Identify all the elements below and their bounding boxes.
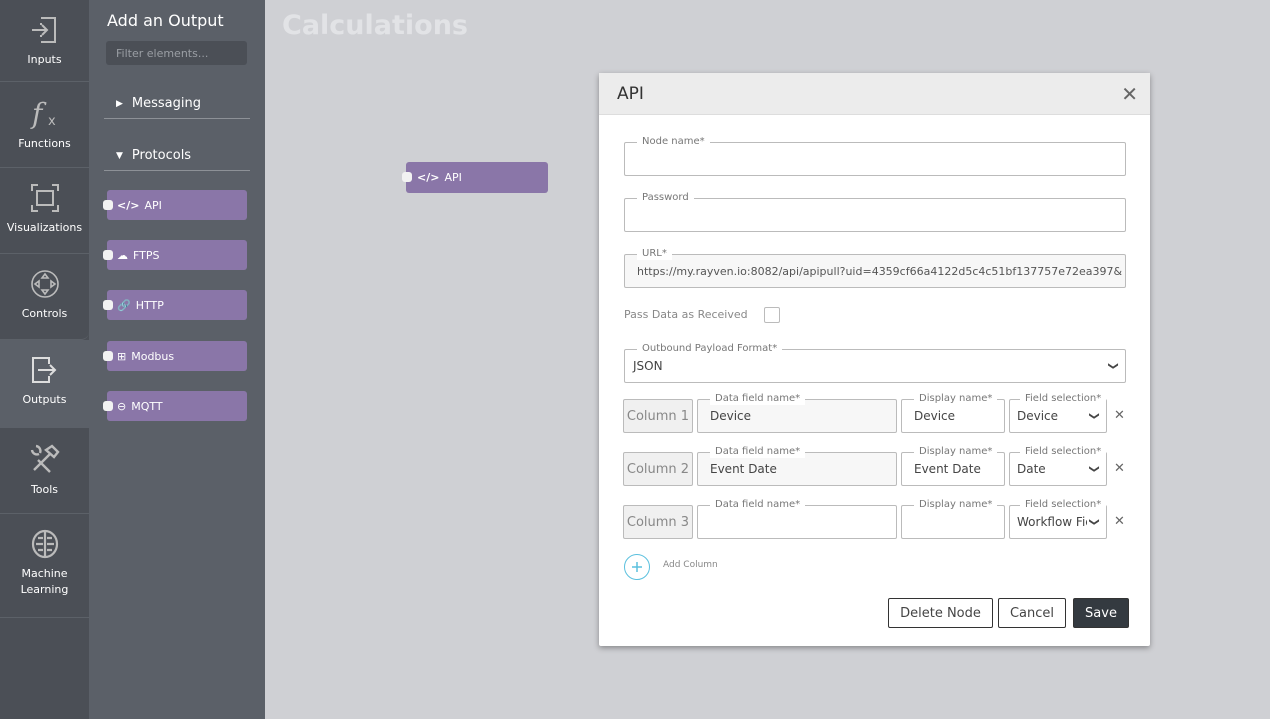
nav-controls[interactable]: Controls: [0, 254, 89, 340]
field-selection-select[interactable]: Field selection* Date ❯: [1009, 445, 1107, 486]
chevron-down-icon: ❯: [1088, 411, 1100, 421]
element-http[interactable]: 🔗 HTTP: [103, 290, 247, 320]
chevron-down-icon: ❯: [1107, 361, 1119, 371]
nav-inputs[interactable]: Inputs: [0, 0, 89, 82]
data-field-name-input[interactable]: Data field name* Event Date: [697, 445, 897, 486]
add-column-label[interactable]: Add Column: [663, 560, 718, 570]
function-icon: fx: [30, 97, 56, 130]
data-field-name-input[interactable]: Data field name*: [697, 498, 897, 539]
element-ftps[interactable]: ☁ FTPS: [103, 240, 247, 270]
svg-text:f: f: [30, 97, 47, 130]
element-modbus[interactable]: ⊞ Modbus: [103, 341, 247, 371]
close-icon[interactable]: ✕: [1121, 82, 1138, 106]
url-label: URL*: [637, 247, 672, 260]
cloud-upload-icon: ☁: [117, 248, 128, 262]
chevron-down-icon: ❯: [1088, 517, 1100, 527]
port-handle[interactable]: [103, 200, 113, 210]
canvas-title: Calculations: [282, 10, 468, 41]
port-handle[interactable]: [103, 351, 113, 361]
element-mqtt[interactable]: ⊖ MQTT: [103, 391, 247, 421]
display-name-input[interactable]: Display name*: [901, 498, 1005, 539]
port-handle[interactable]: [103, 401, 113, 411]
nav-machine-learning[interactable]: Machine Learning: [0, 514, 89, 618]
chevron-down-icon: ❯: [1088, 464, 1100, 474]
column-label: Column 3: [623, 505, 693, 539]
display-name-input[interactable]: Display name* Device: [901, 392, 1005, 433]
field-selection-select[interactable]: Field selection* Workflow Fie ❯: [1009, 498, 1107, 539]
display-name-input[interactable]: Display name* Event Date: [901, 445, 1005, 486]
canvas-node-api[interactable]: </> API: [402, 162, 548, 193]
url-field[interactable]: URL* https://my.rayven.io:8082/api/apipul…: [624, 247, 1126, 288]
link-icon: 🔗: [117, 298, 131, 312]
sitemap-icon: ⊞: [117, 349, 127, 363]
column-label: Column 2: [623, 452, 693, 486]
nav-outputs[interactable]: Outputs: [0, 340, 89, 428]
brain-icon: [31, 529, 58, 559]
dialog-title: API: [617, 83, 644, 104]
port-handle[interactable]: [103, 250, 113, 260]
category-nav: Inputs fx Functions Visualizations Contr…: [0, 0, 89, 719]
payload-format-select[interactable]: Outbound Payload Format* JSON ❯: [624, 342, 1126, 383]
group-messaging[interactable]: ▶ Messaging: [104, 89, 250, 119]
code-icon: </>: [117, 198, 140, 212]
caret-down-icon: ▼: [116, 150, 123, 161]
pass-data-checkbox[interactable]: [764, 307, 780, 323]
pass-data-label: Pass Data as Received: [624, 308, 748, 321]
remove-column-icon[interactable]: ✕: [1114, 514, 1125, 529]
save-button[interactable]: Save: [1073, 598, 1129, 628]
sign-in-icon: [31, 17, 56, 43]
column-label: Column 1: [623, 399, 693, 433]
remove-column-icon[interactable]: ✕: [1114, 461, 1125, 476]
node-dialog: API ✕ Node name* Password URL* https://my.…: [599, 73, 1150, 646]
add-column-button[interactable]: [623, 553, 651, 581]
frame-icon: [30, 184, 59, 212]
element-panel: Add an Output ▶Messaging ▼Protocols </>A…: [89, 0, 265, 719]
delete-node-button[interactable]: Delete Node: [888, 598, 993, 628]
nav-visualizations[interactable]: Visualizations: [0, 168, 89, 254]
nav-tools[interactable]: Tools: [0, 428, 89, 514]
sign-out-icon: [31, 357, 56, 383]
cancel-button[interactable]: Cancel: [998, 598, 1066, 628]
nav-functions[interactable]: fx Functions: [0, 82, 89, 168]
circle-arrow-left-icon: ⊖: [117, 399, 127, 413]
url-value: https://my.rayven.io:8082/api/apipull?ui…: [637, 264, 1122, 278]
group-protocols[interactable]: ▼ Protocols: [104, 141, 250, 171]
tools-icon: [30, 444, 60, 473]
element-api[interactable]: </> API: [103, 190, 247, 220]
caret-right-icon: ▶: [116, 98, 123, 109]
data-field-name-input[interactable]: Data field name* Device: [697, 392, 897, 433]
dpad-icon: [30, 270, 59, 298]
port-handle[interactable]: [402, 172, 412, 182]
panel-title: Add an Output: [107, 11, 224, 30]
node-name-field[interactable]: Node name*: [624, 135, 1126, 176]
remove-column-icon[interactable]: ✕: [1114, 408, 1125, 423]
port-handle[interactable]: [103, 300, 113, 310]
code-icon: </>: [417, 171, 440, 184]
svg-text:x: x: [48, 114, 56, 129]
password-field[interactable]: Password: [624, 191, 1126, 232]
filter-input[interactable]: [106, 41, 247, 65]
field-selection-select[interactable]: Field selection* Device ❯: [1009, 392, 1107, 433]
